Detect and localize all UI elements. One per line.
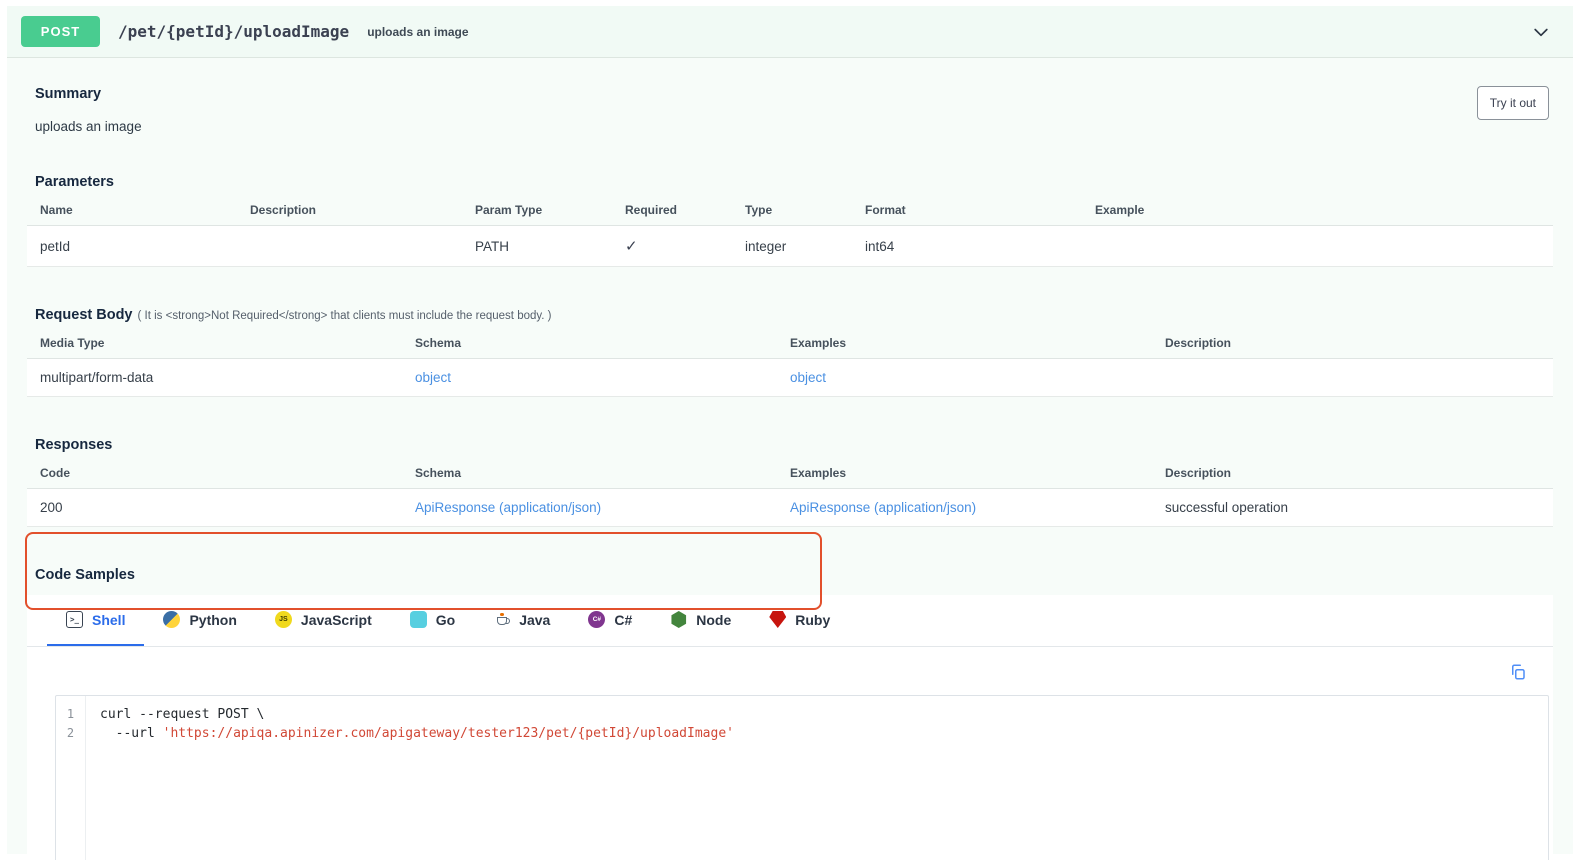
examples-link[interactable]: object bbox=[790, 370, 826, 385]
tab-label: Ruby bbox=[795, 612, 830, 628]
summary-heading: Summary bbox=[35, 86, 142, 102]
code-samples-card: >_ Shell Python JS JavaScript Go Ja bbox=[27, 595, 1553, 860]
param-name: petId bbox=[40, 239, 250, 254]
line-number: 2 bbox=[56, 724, 85, 743]
parameters-table-header: Name Description Param Type Required Typ… bbox=[27, 198, 1553, 226]
chevron-down-icon[interactable] bbox=[1531, 22, 1559, 42]
method-badge: POST bbox=[21, 16, 100, 47]
try-it-out-button[interactable]: Try it out bbox=[1477, 86, 1549, 120]
csharp-icon: C# bbox=[588, 611, 605, 628]
responses-heading: Responses bbox=[35, 437, 1553, 453]
request-body-heading: Request Body ( It is <strong>Not Required… bbox=[35, 307, 1553, 323]
summary-block: Summary uploads an image bbox=[35, 86, 142, 134]
response-schema-link[interactable]: ApiResponse (application/json) bbox=[415, 500, 601, 515]
tab-label: JavaScript bbox=[301, 612, 372, 628]
column-header: Examples bbox=[790, 336, 1165, 350]
code-content: curl --request POST \ --url 'https://api… bbox=[86, 696, 734, 860]
column-header: Type bbox=[745, 203, 865, 217]
request-body-table-header: Media Type Schema Examples Description bbox=[27, 331, 1553, 359]
schema-link[interactable]: object bbox=[415, 370, 451, 385]
column-header: Required bbox=[625, 203, 745, 217]
column-header: Name bbox=[40, 203, 250, 217]
column-header: Description bbox=[250, 203, 475, 217]
url-string: 'https://apiqa.apinizer.com/apigateway/t… bbox=[163, 726, 734, 741]
tab-java[interactable]: Java bbox=[474, 595, 569, 646]
line-number: 1 bbox=[56, 705, 85, 724]
column-header: Media Type bbox=[40, 336, 415, 350]
tab-label: Shell bbox=[92, 612, 125, 628]
tab-label: Go bbox=[436, 612, 455, 628]
code-editor: 1 2 curl --request POST \ --url 'https:/… bbox=[55, 695, 1549, 860]
response-code: 200 bbox=[40, 500, 415, 515]
param-format: int64 bbox=[865, 239, 1095, 254]
api-operation-page: POST /pet/{petId}/uploadImage uploads an… bbox=[7, 6, 1573, 860]
tab-shell[interactable]: >_ Shell bbox=[47, 595, 144, 646]
operation-details: Summary uploads an image Try it out Para… bbox=[7, 58, 1573, 854]
shell-terminal-icon: >_ bbox=[66, 611, 83, 628]
code-samples-heading: Code Samples bbox=[35, 567, 1553, 583]
column-header: Code bbox=[40, 466, 415, 480]
operation-header[interactable]: POST /pet/{petId}/uploadImage uploads an… bbox=[7, 6, 1573, 58]
param-datatype: integer bbox=[745, 239, 865, 254]
tab-python[interactable]: Python bbox=[144, 595, 255, 646]
operation-path: /pet/{petId}/uploadImage bbox=[118, 22, 349, 41]
table-row: multipart/form-data object object bbox=[27, 359, 1553, 397]
go-icon bbox=[410, 611, 427, 628]
node-icon bbox=[670, 611, 687, 628]
column-header: Description bbox=[1165, 336, 1553, 350]
responses-table-header: Code Schema Examples Description bbox=[27, 461, 1553, 489]
javascript-icon: JS bbox=[275, 611, 292, 628]
table-row: petId PATH ✓ integer int64 bbox=[27, 226, 1553, 267]
tab-label: Java bbox=[519, 612, 550, 628]
responses-table: Code Schema Examples Description 200 Api… bbox=[27, 461, 1553, 527]
operation-summary-text: uploads an image bbox=[367, 25, 468, 39]
request-body-note: ( It is <strong>Not Required</strong> th… bbox=[138, 310, 552, 322]
column-header: Description bbox=[1165, 466, 1553, 480]
parameters-table: Name Description Param Type Required Typ… bbox=[27, 198, 1553, 267]
column-header: Example bbox=[1095, 203, 1553, 217]
column-header: Param Type bbox=[475, 203, 625, 217]
column-header: Examples bbox=[790, 466, 1165, 480]
code-line: --url 'https://apiqa.apinizer.com/apigat… bbox=[100, 724, 734, 743]
parameters-heading: Parameters bbox=[35, 174, 1553, 190]
column-header: Format bbox=[865, 203, 1095, 217]
response-description: successful operation bbox=[1165, 500, 1553, 515]
media-type: multipart/form-data bbox=[40, 370, 415, 385]
python-icon bbox=[163, 611, 180, 628]
tab-csharp[interactable]: C# C# bbox=[569, 595, 651, 646]
tab-go[interactable]: Go bbox=[391, 595, 474, 646]
param-type-cell: PATH bbox=[475, 239, 625, 254]
column-header: Schema bbox=[415, 336, 790, 350]
java-icon bbox=[493, 611, 510, 628]
column-header: Schema bbox=[415, 466, 790, 480]
code-line: curl --request POST \ bbox=[100, 705, 734, 724]
summary-section: Summary uploads an image Try it out bbox=[27, 74, 1553, 134]
required-check-icon: ✓ bbox=[625, 237, 745, 255]
response-examples-link[interactable]: ApiResponse (application/json) bbox=[790, 500, 976, 515]
tab-label: Python bbox=[189, 612, 236, 628]
table-row: 200 ApiResponse (application/json) ApiRe… bbox=[27, 489, 1553, 527]
tab-ruby[interactable]: Ruby bbox=[750, 595, 849, 646]
line-number-gutter: 1 2 bbox=[56, 696, 86, 860]
language-tabbar: >_ Shell Python JS JavaScript Go Ja bbox=[27, 595, 1553, 647]
request-body-title: Request Body bbox=[35, 307, 133, 323]
request-body-table: Media Type Schema Examples Description m… bbox=[27, 331, 1553, 397]
tab-label: C# bbox=[614, 612, 632, 628]
tab-node[interactable]: Node bbox=[651, 595, 750, 646]
ruby-icon bbox=[769, 611, 786, 628]
summary-value: uploads an image bbox=[35, 119, 142, 134]
copy-icon[interactable] bbox=[1509, 663, 1527, 681]
tab-javascript[interactable]: JS JavaScript bbox=[256, 595, 391, 646]
tab-label: Node bbox=[696, 612, 731, 628]
code-toolbar bbox=[27, 647, 1553, 687]
